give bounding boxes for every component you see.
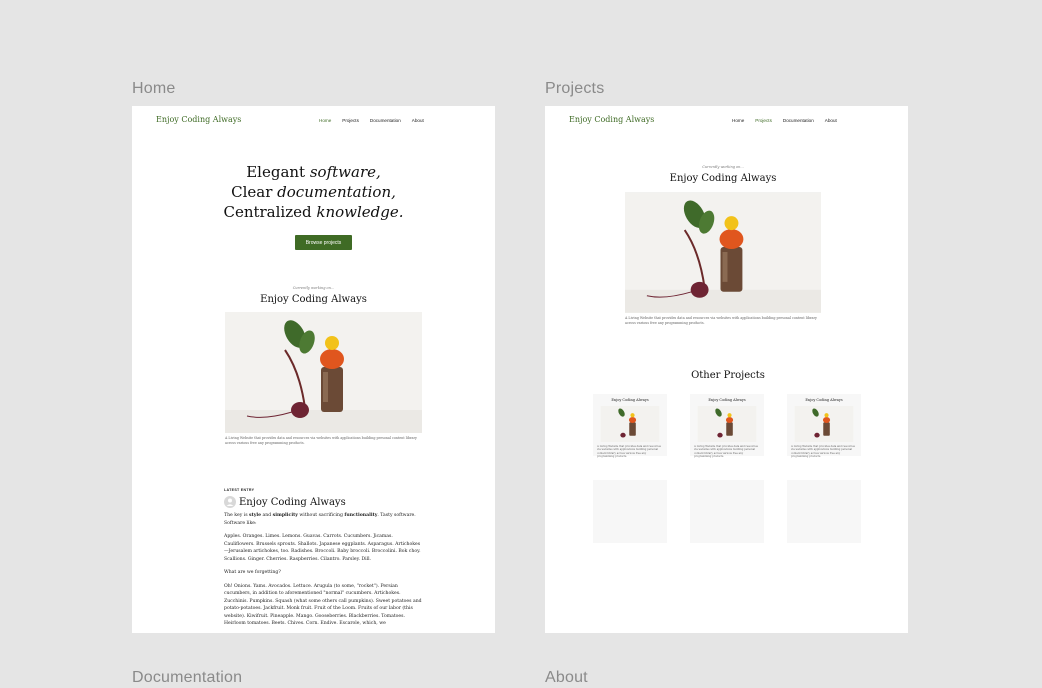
hero-heading: Elegant software, Clear documentation, C…: [223, 163, 404, 221]
project-card[interactable]: Enjoy Coding Always A Living Website tha…: [787, 394, 861, 459]
browse-projects-button[interactable]: Browse projects: [295, 235, 352, 250]
vegetables-image-icon: [697, 406, 757, 442]
vegetables-image-icon: [625, 192, 821, 313]
card-title[interactable]: Enjoy Coding Always: [593, 398, 667, 402]
vegetables-image-icon: [794, 406, 854, 442]
entry-paragraph-3: What are we forgetting?: [224, 570, 281, 575]
card-caption: A Living Website that provides data and …: [694, 445, 758, 459]
project-kicker: Currently working on...: [702, 165, 744, 169]
frame-label-about: About: [545, 669, 588, 686]
frame-label-documentation: Documentation: [132, 669, 243, 686]
card-title[interactable]: Enjoy Coding Always: [690, 398, 764, 402]
vegetables-image-icon: [225, 312, 422, 433]
featured-title[interactable]: Enjoy Coding Always: [132, 294, 495, 305]
nav-about[interactable]: About: [825, 118, 837, 123]
nav-home[interactable]: Home: [319, 118, 331, 123]
project-card-placeholder[interactable]: [593, 480, 667, 543]
site-logo[interactable]: Enjoy Coding Always: [569, 115, 654, 124]
vegetables-image-icon: [600, 406, 660, 442]
project-card[interactable]: Enjoy Coding Always A Living Website tha…: [690, 394, 764, 459]
project-image[interactable]: [625, 192, 821, 313]
card-title[interactable]: Enjoy Coding Always: [787, 398, 861, 402]
featured-caption: A Living Website that provides data and …: [225, 436, 417, 445]
latest-entry-label: LATEST ENTRY: [224, 488, 255, 492]
nav-about[interactable]: About: [412, 118, 424, 123]
site-logo[interactable]: Enjoy Coding Always: [156, 115, 241, 124]
entry-body: The key is style and simplicity without …: [224, 512, 422, 628]
featured-kicker: Currently working on...: [292, 286, 335, 290]
entry-title[interactable]: Enjoy Coding Always: [239, 497, 346, 508]
entry-paragraph-1: The key is style and simplicity without …: [224, 513, 416, 526]
user-avatar-icon: [224, 496, 236, 508]
projects-artboard[interactable]: Enjoy Coding Always Home Projects Docume…: [545, 106, 908, 633]
project-card-placeholder[interactable]: [690, 480, 764, 543]
frame-label-projects: Projects: [545, 80, 605, 97]
home-artboard[interactable]: Enjoy Coding Always Home Projects Docume…: [132, 106, 495, 633]
entry-paragraph-4: Oh! Onions. Yams. Avocados. Lettuce. Aru…: [224, 583, 422, 627]
nav-documentation[interactable]: Documentation: [783, 118, 814, 123]
main-nav: Home Projects Documentation About: [319, 118, 424, 123]
main-nav: Home Projects Documentation About: [732, 118, 837, 123]
card-caption: A Living Website that provides data and …: [597, 445, 661, 459]
featured-image[interactable]: [225, 312, 422, 433]
nav-home[interactable]: Home: [732, 118, 744, 123]
project-card[interactable]: Enjoy Coding Always A Living Website tha…: [593, 394, 667, 459]
project-caption: A Living Website that provides data and …: [625, 316, 817, 325]
project-title[interactable]: Enjoy Coding Always: [545, 173, 901, 184]
entry-header: Enjoy Coding Always: [224, 496, 346, 508]
entry-paragraph-2: Apples. Oranges. Limes. Lemons. Guavas. …: [224, 534, 421, 562]
nav-projects[interactable]: Projects: [342, 118, 359, 123]
nav-projects[interactable]: Projects: [755, 118, 772, 123]
frame-label-home: Home: [132, 80, 176, 97]
card-caption: A Living Website that provides data and …: [791, 445, 855, 459]
nav-documentation[interactable]: Documentation: [370, 118, 401, 123]
project-card-placeholder[interactable]: [787, 480, 861, 543]
other-projects-heading: Other Projects: [691, 370, 765, 381]
